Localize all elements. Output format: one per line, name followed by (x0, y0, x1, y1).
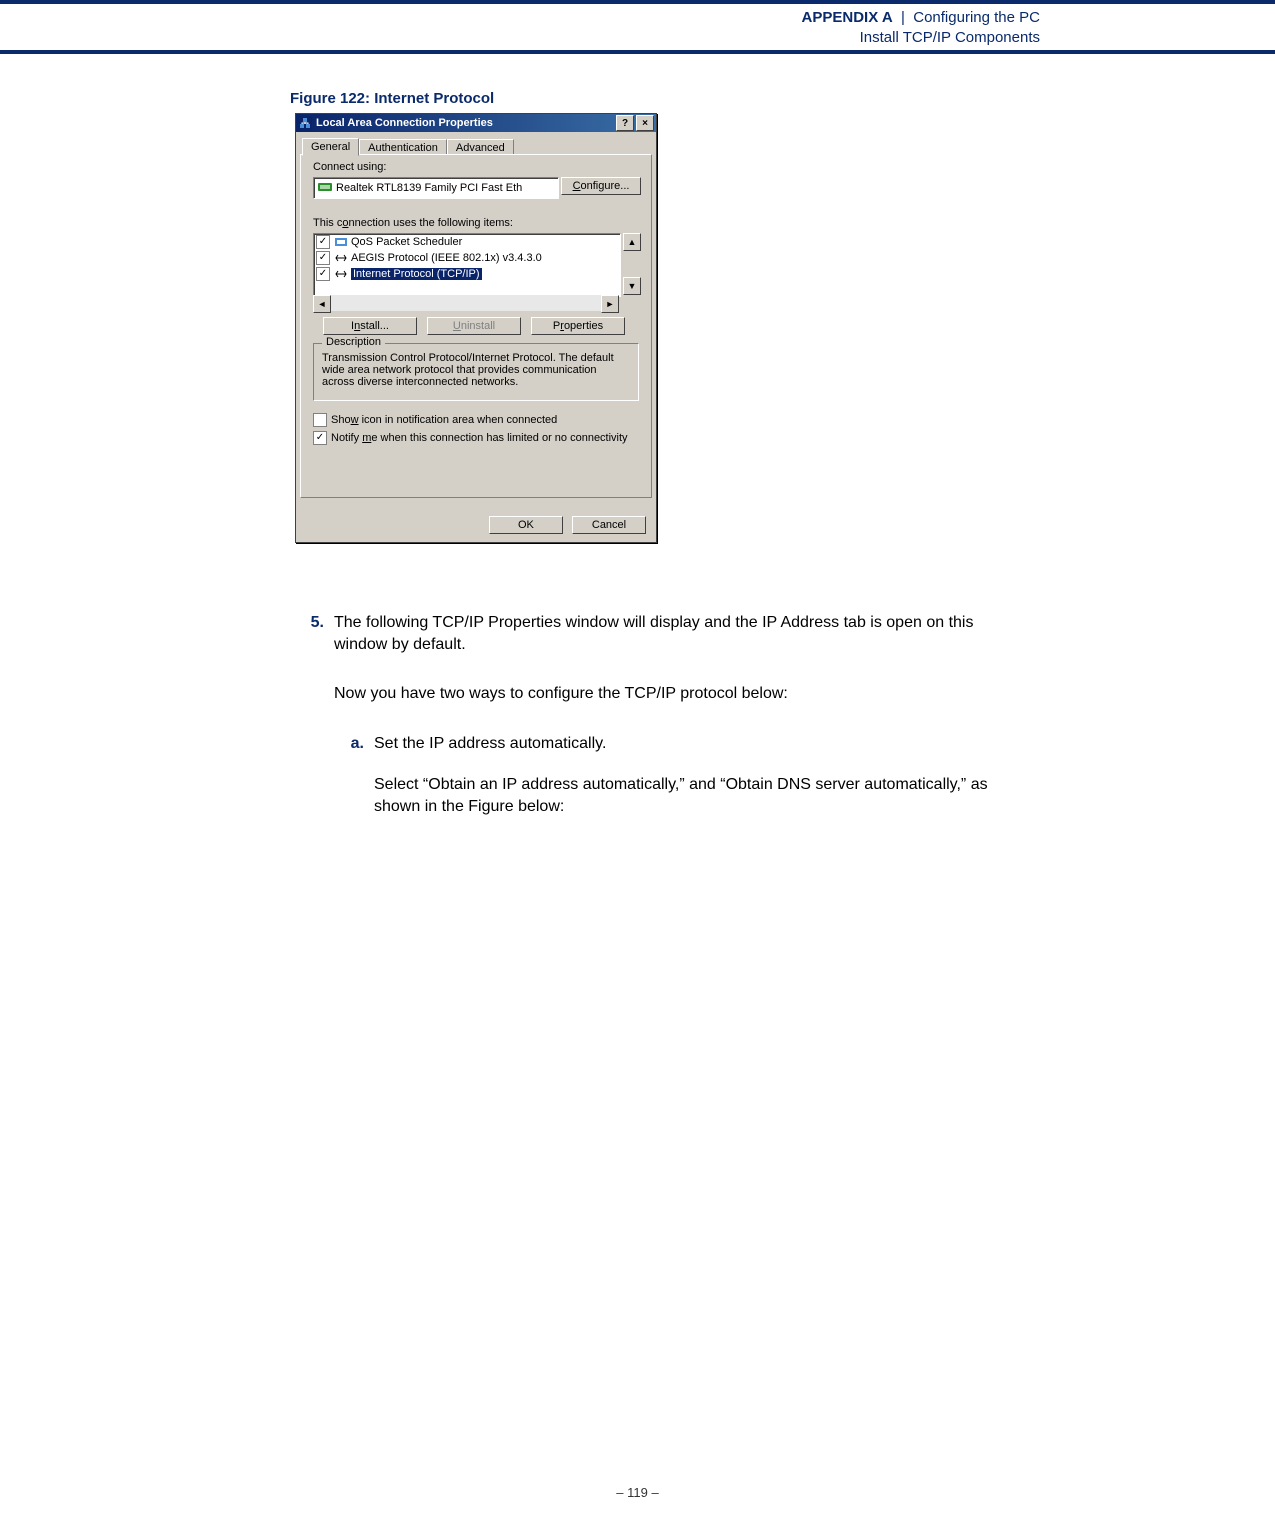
checkbox-label: Show icon in notification area when conn… (331, 414, 557, 426)
step-text: The following TCP/IP Properties window w… (334, 612, 1030, 655)
scroll-track[interactable] (331, 295, 601, 311)
components-listbox[interactable]: ✓ QoS Packet Scheduler ✓ AEGIS Protocol … (313, 233, 621, 297)
appendix-label: APPENDIX A (802, 9, 893, 26)
checkbox-icon[interactable]: ✓ (316, 251, 330, 265)
running-header: APPENDIX A | Configuring the PC Install … (802, 8, 1040, 47)
uninstall-button: Uninstall (427, 317, 521, 335)
figure-caption: Figure 122: Internet Protocol (290, 90, 494, 107)
list-item-label: QoS Packet Scheduler (351, 236, 462, 248)
scroll-left-icon[interactable]: ◄ (313, 295, 331, 313)
network-icon (298, 116, 312, 130)
list-item[interactable]: ✓ QoS Packet Scheduler (314, 234, 620, 250)
dialog-titlebar[interactable]: Local Area Connection Properties ? × (296, 114, 656, 132)
scroll-down-icon[interactable]: ▼ (623, 277, 641, 295)
checkbox-icon[interactable]: ✓ (316, 267, 330, 281)
adapter-icon (318, 181, 332, 196)
adapter-field[interactable]: Realtek RTL8139 Family PCI Fast Eth (313, 177, 559, 199)
list-item[interactable]: ✓ AEGIS Protocol (IEEE 802.1x) v3.4.3.0 (314, 250, 620, 266)
dialog-button-row: OK Cancel (483, 516, 646, 534)
show-icon-checkbox[interactable]: Show icon in notification area when conn… (313, 413, 557, 427)
checkbox-icon[interactable]: ✓ (313, 431, 327, 445)
scroll-right-icon[interactable]: ► (601, 295, 619, 313)
chapter-title: Configuring the PC (913, 9, 1040, 26)
tab-panel-general: Connect using: Realtek RTL8139 Family PC… (300, 154, 652, 498)
adapter-name: Realtek RTL8139 Family PCI Fast Eth (336, 182, 522, 194)
list-item-label: AEGIS Protocol (IEEE 802.1x) v3.4.3.0 (351, 252, 542, 264)
protocol-icon (334, 267, 348, 281)
checkbox-icon[interactable]: ✓ (316, 235, 330, 249)
page-footer: – 119 – (0, 1485, 1275, 1500)
vertical-scrollbar[interactable]: ▲ ▼ (623, 233, 639, 295)
description-legend: Description (322, 336, 385, 348)
ok-button[interactable]: OK (489, 516, 563, 534)
body-text: 5. The following TCP/IP Properties windo… (290, 612, 1030, 818)
description-group: Description Transmission Control Protoco… (313, 343, 639, 401)
scroll-up-icon[interactable]: ▲ (623, 233, 641, 251)
close-button[interactable]: × (636, 115, 654, 131)
section-title: Install TCP/IP Components (802, 28, 1040, 48)
checkbox-icon[interactable] (313, 413, 327, 427)
notify-checkbox[interactable]: ✓ Notify me when this connection has lim… (313, 431, 628, 445)
step-number: 5. (290, 612, 324, 655)
properties-button[interactable]: Properties (531, 317, 625, 335)
tab-general[interactable]: General (302, 138, 359, 156)
list-item-label: Internet Protocol (TCP/IP) (351, 268, 482, 280)
service-icon (334, 235, 348, 249)
configure-button[interactable]: Configure... (561, 177, 641, 195)
cancel-button[interactable]: Cancel (572, 516, 646, 534)
header-rule-top (0, 0, 1275, 4)
properties-dialog: Local Area Connection Properties ? × Gen… (295, 113, 657, 543)
paragraph: Select “Obtain an IP address automatical… (374, 774, 1030, 817)
paragraph: Now you have two ways to configure the T… (334, 683, 1030, 705)
items-label: This connection uses the following items… (313, 217, 513, 229)
horizontal-scrollbar[interactable]: ◄ ► (313, 295, 619, 311)
checkbox-label: Notify me when this connection has limit… (331, 432, 628, 444)
substep-number: a. (334, 733, 364, 755)
help-button[interactable]: ? (616, 115, 634, 131)
header-rule-bottom (0, 50, 1275, 54)
protocol-icon (334, 251, 348, 265)
substep-text: Set the IP address automatically. (374, 733, 606, 755)
dialog-title: Local Area Connection Properties (316, 117, 614, 129)
list-item[interactable]: ✓ Internet Protocol (TCP/IP) (314, 266, 620, 282)
connect-using-label: Connect using: (313, 161, 386, 173)
install-button[interactable]: Install... (323, 317, 417, 335)
description-text: Transmission Control Protocol/Internet P… (322, 352, 614, 388)
